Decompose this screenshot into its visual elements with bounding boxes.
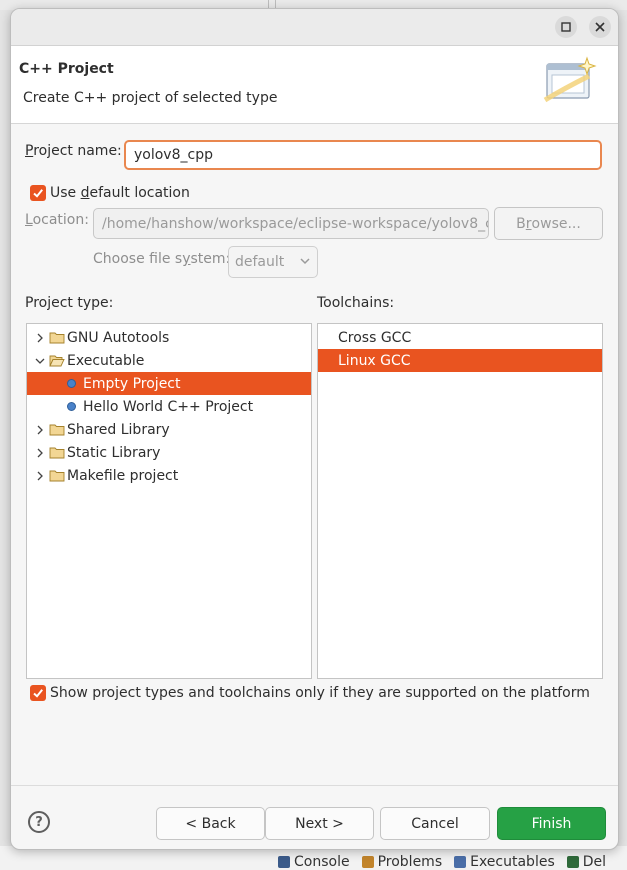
tree-item-label: Executable bbox=[67, 352, 145, 369]
tree-item[interactable]: Empty Project bbox=[27, 372, 311, 395]
background-tab: Console bbox=[278, 854, 350, 870]
use-default-location-checkbox[interactable] bbox=[30, 185, 46, 201]
expander-icon bbox=[37, 333, 43, 342]
label-text: B bbox=[516, 215, 526, 232]
project-type-tree[interactable]: GNU Autotools Executable Empty Project Hell… bbox=[26, 323, 312, 679]
background-tab-label: Del bbox=[582, 854, 607, 870]
use-default-location-label[interactable]: Use default location bbox=[50, 185, 190, 201]
expander-icon bbox=[35, 358, 45, 364]
project-template-icon bbox=[67, 379, 76, 388]
background-tab-label: Problems bbox=[377, 854, 443, 870]
expander-icon bbox=[37, 425, 43, 434]
expander-icon bbox=[37, 471, 43, 480]
location-value: /home/hanshow/workspace/eclipse-workspac… bbox=[102, 215, 489, 232]
console-icon bbox=[278, 856, 290, 868]
supported-only-checkbox[interactable] bbox=[30, 685, 46, 701]
maximize-button[interactable] bbox=[555, 16, 577, 38]
tree-item[interactable]: Executable bbox=[27, 349, 311, 372]
background-tab-label: Console bbox=[294, 854, 350, 870]
checkmark-icon bbox=[33, 689, 43, 698]
help-icon: ? bbox=[35, 814, 43, 830]
background-view-tabs: Console Problems Executables Del bbox=[278, 854, 606, 870]
label-text: Choose file s bbox=[93, 251, 183, 267]
chevron-right-icon[interactable] bbox=[33, 446, 47, 460]
folder-icon bbox=[49, 332, 65, 344]
location-input: /home/hanshow/workspace/eclipse-workspac… bbox=[93, 208, 489, 239]
next-button[interactable]: Next > bbox=[265, 807, 374, 840]
background-tab-label: Executables bbox=[470, 854, 555, 870]
toolchain-item[interactable]: Linux GCC bbox=[318, 349, 602, 372]
folder-icon bbox=[49, 470, 65, 482]
debugger-icon bbox=[566, 856, 579, 868]
tree-item[interactable]: Makefile project bbox=[27, 464, 311, 487]
footer-separator bbox=[11, 785, 618, 786]
close-button[interactable] bbox=[589, 16, 611, 38]
checkmark-icon bbox=[33, 189, 43, 198]
mnemonic: y bbox=[182, 251, 191, 267]
wizard-description: Create C++ project of selected type bbox=[23, 90, 278, 106]
wizard-title: C++ Project bbox=[19, 61, 114, 77]
mnemonic: P bbox=[25, 143, 34, 159]
label-text: ocation: bbox=[32, 212, 89, 228]
browse-button: Br owse... bbox=[494, 207, 603, 240]
supported-only-label[interactable]: Show project types and toolchains only i… bbox=[50, 685, 590, 701]
background-tab: Del bbox=[566, 854, 607, 870]
tree-item-label: GNU Autotools bbox=[67, 329, 170, 346]
cpp-project-dialog: C++ Project Create C++ project of select… bbox=[10, 8, 619, 850]
chevron-down-icon[interactable] bbox=[33, 354, 47, 368]
file-system-label: Choose file system: bbox=[93, 251, 230, 267]
problems-icon bbox=[361, 856, 374, 868]
executables-icon bbox=[454, 856, 467, 868]
label-text: Use bbox=[50, 185, 81, 201]
help-button[interactable]: ? bbox=[28, 811, 50, 833]
cancel-button[interactable]: Cancel bbox=[380, 807, 490, 840]
file-system-value: default bbox=[235, 254, 285, 270]
label-text: roject name: bbox=[33, 143, 122, 159]
location-label: Location: bbox=[25, 212, 89, 228]
label-text: efault location bbox=[89, 185, 190, 201]
background-tab: Problems bbox=[361, 854, 443, 870]
project-type-label: Project type: bbox=[25, 295, 114, 311]
toolchain-item-label: Linux GCC bbox=[338, 352, 411, 369]
folder-icon bbox=[49, 447, 65, 459]
tree-item-label: Makefile project bbox=[67, 467, 179, 484]
chevron-right-icon[interactable] bbox=[33, 469, 47, 483]
folder-icon bbox=[49, 424, 65, 436]
mnemonic: L bbox=[25, 212, 33, 228]
toolchain-item-label: Cross GCC bbox=[338, 329, 412, 346]
title-bar bbox=[11, 9, 618, 46]
wizard-header: C++ Project Create C++ project of select… bbox=[11, 46, 618, 124]
project-name-label: Project name: bbox=[25, 143, 122, 159]
project-template-icon bbox=[67, 402, 76, 411]
file-system-select: default bbox=[228, 246, 318, 278]
tree-item-label: Hello World C++ Project bbox=[83, 398, 254, 415]
toolchains-list[interactable]: Cross GCC Linux GCC bbox=[317, 323, 603, 679]
project-name-input[interactable]: yolov8_cpp bbox=[124, 140, 602, 170]
tree-item[interactable]: Static Library bbox=[27, 441, 311, 464]
tree-item-label: Shared Library bbox=[67, 421, 170, 438]
back-button[interactable]: < Back bbox=[156, 807, 265, 840]
chevron-right-icon[interactable] bbox=[33, 331, 47, 345]
toolchain-item[interactable]: Cross GCC bbox=[318, 326, 602, 349]
tree-item-label: Empty Project bbox=[83, 375, 181, 392]
expander-icon bbox=[37, 448, 43, 457]
tree-item-label: Static Library bbox=[67, 444, 161, 461]
maximize-icon bbox=[561, 22, 571, 32]
label-text: stem: bbox=[190, 251, 231, 267]
tree-item[interactable]: GNU Autotools bbox=[27, 326, 311, 349]
label-text: owse... bbox=[531, 215, 581, 232]
chevron-down-icon bbox=[300, 258, 310, 265]
project-name-value: yolov8_cpp bbox=[134, 147, 213, 163]
finish-button[interactable]: Finish bbox=[497, 807, 606, 840]
toolchains-label: Toolchains: bbox=[317, 295, 395, 311]
tree-item[interactable]: Hello World C++ Project bbox=[27, 395, 311, 418]
close-icon bbox=[595, 22, 605, 32]
new-project-wizard-icon bbox=[543, 56, 597, 103]
chevron-right-icon[interactable] bbox=[33, 423, 47, 437]
background-tab: Executables bbox=[454, 854, 555, 870]
mnemonic: d bbox=[80, 185, 90, 201]
tree-item[interactable]: Shared Library bbox=[27, 418, 311, 441]
folder-icon bbox=[49, 355, 65, 367]
